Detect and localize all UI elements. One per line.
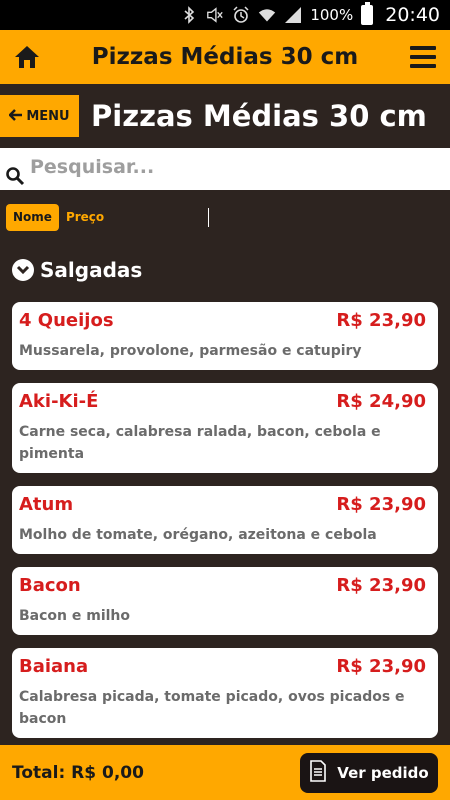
sort-by-price-button[interactable]: Preço xyxy=(66,210,104,224)
bluetooth-icon xyxy=(180,6,198,24)
item-description: Carne seca, calabresa ralada, bacon, ceb… xyxy=(19,424,381,462)
category-label: Salgadas xyxy=(40,258,143,282)
item-description: Bacon e milho xyxy=(19,608,131,624)
app-bar: Pizzas Médias 30 cm xyxy=(0,30,450,84)
order-footer: Total: R$ 0,00 Ver pedido xyxy=(0,745,450,800)
alarm-icon xyxy=(232,6,250,24)
signal-icon xyxy=(284,6,302,24)
item-description: Mussarela, provolone, parmesão e catupir… xyxy=(19,343,362,359)
item-price: R$ 23,90 xyxy=(336,656,426,677)
app-bar-title: Pizzas Médias 30 cm xyxy=(91,44,359,70)
item-price: R$ 23,90 xyxy=(336,494,426,515)
wifi-icon xyxy=(258,6,276,24)
battery-percent: 100% xyxy=(310,6,354,24)
search-icon xyxy=(0,148,30,190)
item-name: 4 Queijos xyxy=(19,310,114,331)
pizza-list: 4 Queijos R$ 23,90 Mussarela, provolone,… xyxy=(12,302,438,751)
item-description: Calabresa picada, tomate picado, ovos pi… xyxy=(19,689,405,727)
status-bar: 100% 20:40 xyxy=(0,0,450,30)
order-total: Total: R$ 0,00 xyxy=(12,762,144,783)
category-header[interactable]: Salgadas xyxy=(12,258,142,282)
search-bar xyxy=(0,148,450,190)
home-icon[interactable] xyxy=(14,44,40,70)
view-order-label: Ver pedido xyxy=(337,763,429,782)
text-cursor xyxy=(208,208,209,227)
item-name: Atum xyxy=(19,494,74,515)
item-name: Baiana xyxy=(19,656,89,677)
sort-options: Nome Preço xyxy=(0,190,450,244)
sort-by-name-button[interactable]: Nome xyxy=(6,203,59,231)
page-header: MENU Pizzas Médias 30 cm xyxy=(0,84,450,148)
item-description: Molho de tomate, orégano, azeitona e ceb… xyxy=(19,527,377,543)
item-price: R$ 23,90 xyxy=(336,575,426,596)
list-item[interactable]: Bacon R$ 23,90 Bacon e milho xyxy=(12,567,438,635)
back-to-menu-button[interactable]: MENU xyxy=(0,95,79,137)
hamburger-menu-icon[interactable] xyxy=(410,46,436,68)
item-name: Bacon xyxy=(19,575,81,596)
item-price: R$ 24,90 xyxy=(336,391,426,412)
arrow-left-icon xyxy=(8,107,23,125)
list-item[interactable]: Baiana R$ 23,90 Calabresa picada, tomate… xyxy=(12,648,438,738)
clock: 20:40 xyxy=(385,4,440,26)
search-input[interactable] xyxy=(30,156,430,178)
page-title: Pizzas Médias 30 cm xyxy=(91,99,427,133)
list-item[interactable]: Atum R$ 23,90 Molho de tomate, orégano, … xyxy=(12,486,438,554)
item-price: R$ 23,90 xyxy=(336,310,426,331)
list-item[interactable]: 4 Queijos R$ 23,90 Mussarela, provolone,… xyxy=(12,302,438,370)
list-item[interactable]: Aki-Ki-É R$ 24,90 Carne seca, calabresa … xyxy=(12,383,438,473)
item-name: Aki-Ki-É xyxy=(19,391,99,412)
chevron-down-icon xyxy=(12,259,34,281)
battery-icon xyxy=(361,2,374,25)
mute-icon xyxy=(206,6,224,24)
document-icon xyxy=(309,759,327,786)
menu-button-label: MENU xyxy=(26,108,70,124)
view-order-button[interactable]: Ver pedido xyxy=(300,752,438,793)
